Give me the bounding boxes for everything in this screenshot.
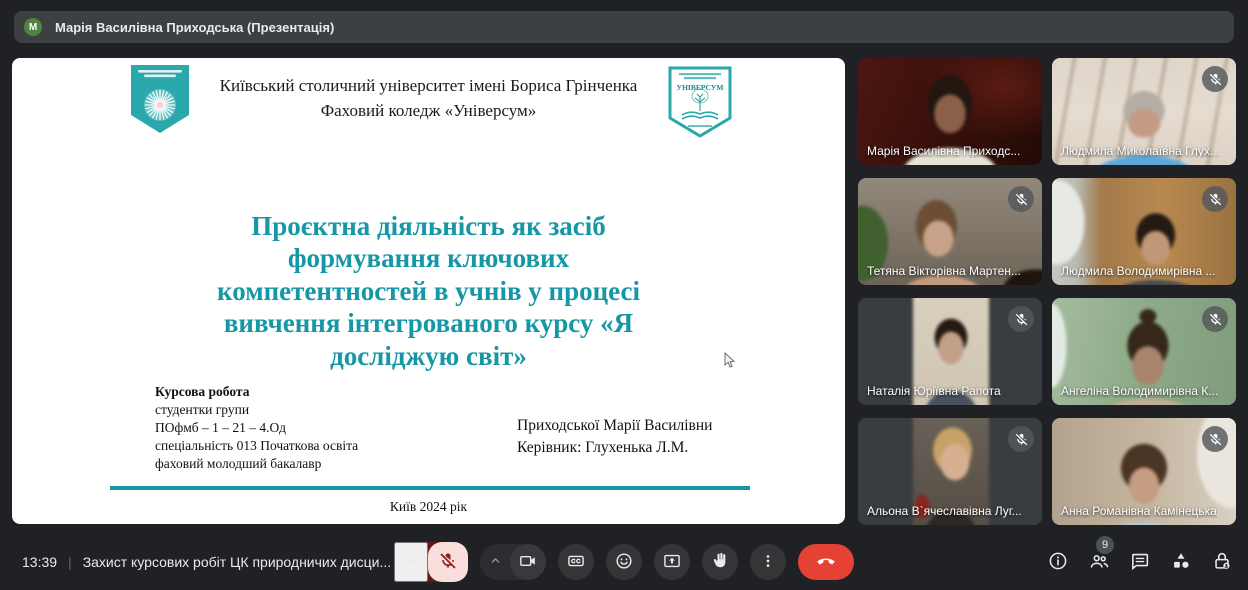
smiley-face-icon — [614, 551, 634, 574]
chevron-up-icon — [403, 553, 419, 572]
present-screen-button[interactable] — [654, 544, 690, 580]
closed-captions-icon — [566, 551, 586, 574]
camera-control-group — [480, 544, 546, 580]
slide-title: Проєктна діяльність як засіб формування … — [217, 211, 640, 371]
author-name: Приходської Марії Василівни — [517, 417, 713, 434]
participant-tile[interactable]: Людмила Володимирівна ... — [1052, 178, 1236, 285]
shared-presentation-slide: УНІВЕРСУМ Київський столичний університе… — [12, 58, 845, 524]
mic-off-icon — [1202, 426, 1228, 452]
mic-off-icon — [1202, 66, 1228, 92]
presenter-label: Марія Василівна Приходська (Презентація) — [55, 19, 335, 35]
separator: | — [68, 554, 72, 570]
participant-tile[interactable]: Людмила Миколаївна Глух... — [1052, 58, 1236, 165]
participant-name: Анна Романівна Камінецька — [1061, 504, 1217, 518]
mouse-cursor-icon — [724, 351, 736, 374]
meeting-control-bar: 13:39 | Захист курсових робіт ЦК природн… — [0, 534, 1248, 590]
camera-options-chevron-button[interactable] — [480, 544, 510, 580]
raised-hand-icon — [710, 551, 730, 574]
chat-bubble-icon — [1129, 550, 1151, 575]
work-type: Курсова робота — [155, 384, 250, 399]
participant-tile[interactable]: Марія Василівна Приходс... — [858, 58, 1042, 165]
clock-time: 13:39 — [22, 554, 58, 570]
meeting-title: Захист курсових робіт ЦК природничих дис… — [82, 554, 392, 570]
participant-name: Тетяна Вікторівна Мартен... — [867, 264, 1021, 278]
shapes-icon — [1170, 550, 1192, 575]
mic-off-icon — [1008, 426, 1034, 452]
google-meet-window: M Марія Василівна Приходська (Презентаці… — [0, 0, 1248, 590]
mic-off-icon — [1008, 186, 1034, 212]
present-screen-icon — [662, 551, 682, 574]
chevron-up-icon — [488, 553, 503, 571]
participant-tile[interactable]: Тетяна Вікторівна Мартен... — [858, 178, 1042, 285]
college-name: Фаховий коледж «Універсум» — [320, 100, 537, 120]
videocam-icon — [518, 551, 538, 574]
work-info-block: Курсова робота студентки групи ПОфмб – 1… — [155, 384, 359, 471]
slide-divider-line — [110, 486, 750, 490]
participant-name: Альона В`ячеславівна Луг... — [867, 504, 1022, 518]
mic-options-chevron-button[interactable] — [394, 542, 428, 582]
participant-name: Людмила Миколаївна Глух... — [1061, 144, 1220, 158]
participant-name: Марія Василівна Приходс... — [867, 144, 1021, 158]
mic-control-group — [394, 542, 468, 582]
phone-down-icon — [814, 549, 838, 576]
participant-tile[interactable]: Альона В`ячеславівна Луг... — [858, 418, 1042, 525]
raise-hand-button[interactable] — [702, 544, 738, 580]
camera-button[interactable] — [510, 544, 546, 580]
mic-mute-button[interactable] — [428, 542, 468, 582]
participant-tile[interactable]: Анна Романівна Камінецька — [1052, 418, 1236, 525]
show-everyone-button[interactable]: 9 — [1087, 536, 1114, 574]
reactions-button[interactable] — [606, 544, 642, 580]
participant-name: Людмила Володимирівна ... — [1061, 264, 1216, 278]
panel-controls: 9 — [1046, 534, 1234, 590]
participant-count-badge: 9 — [1096, 536, 1114, 554]
participant-tile[interactable]: Наталія Юріївна Рапота — [858, 298, 1042, 405]
mic-off-icon — [1008, 306, 1034, 332]
lock-with-person-icon — [1211, 550, 1233, 575]
three-dots-vertical-icon — [758, 551, 778, 574]
end-call-button[interactable] — [798, 544, 854, 580]
mic-off-icon — [438, 551, 458, 574]
host-controls-button[interactable] — [1210, 550, 1234, 574]
call-controls — [394, 542, 854, 582]
university-header: Київський столичний університет імені Бо… — [132, 74, 725, 123]
participant-name: Ангеліна Володимирівна К... — [1061, 384, 1219, 398]
captions-button[interactable] — [558, 544, 594, 580]
activities-button[interactable] — [1169, 550, 1193, 574]
participant-name: Наталія Юріївна Рапота — [867, 384, 1001, 398]
info-icon — [1047, 550, 1069, 575]
presenter-banner[interactable]: M Марія Василівна Приходська (Презентаці… — [14, 11, 1234, 43]
mic-off-icon — [1202, 306, 1228, 332]
supervisor-name: Керівник: Глухенька Л.М. — [517, 439, 689, 457]
university-name: Київський столичний університет імені Бо… — [219, 76, 638, 95]
mic-off-icon — [1202, 186, 1228, 212]
slide-footer: Київ 2024 рік — [389, 499, 468, 514]
meeting-info: 13:39 | Захист курсових робіт ЦК природн… — [22, 534, 391, 590]
participant-tile[interactable]: Ангеліна Володимирівна К... — [1052, 298, 1236, 405]
participant-grid: Марія Василівна Приходс... Людмила Микол… — [858, 58, 1236, 525]
more-options-button[interactable] — [750, 544, 786, 580]
meeting-details-button[interactable] — [1046, 550, 1070, 574]
presenter-avatar: M — [24, 18, 42, 36]
author-block: Приходської Марії Василівни Керівник: Гл… — [517, 415, 712, 460]
chat-button[interactable] — [1128, 550, 1152, 574]
